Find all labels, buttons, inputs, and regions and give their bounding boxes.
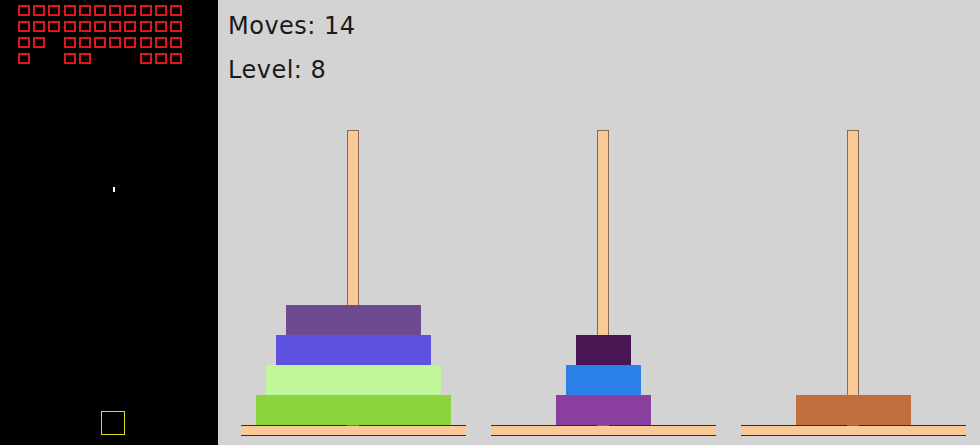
- brick: [140, 21, 152, 32]
- brick: [79, 53, 91, 64]
- brick: [18, 5, 30, 16]
- brick: [155, 5, 167, 16]
- brick: [18, 21, 30, 32]
- brick: [140, 5, 152, 16]
- game-screen: Moves: 14Level: 8: [0, 0, 980, 445]
- disk[interactable]: [286, 305, 421, 335]
- moves-counter: Moves: 14: [228, 4, 980, 48]
- disk[interactable]: [276, 335, 431, 365]
- level-label: Level: 8: [228, 48, 980, 92]
- brick: [48, 21, 60, 32]
- towers: [241, 130, 980, 436]
- tower[interactable]: [741, 130, 966, 436]
- brick: [64, 5, 76, 16]
- tower[interactable]: [241, 130, 466, 436]
- brick: [170, 21, 182, 32]
- brick: [79, 5, 91, 16]
- brick: [124, 5, 136, 16]
- tower-base: [741, 425, 966, 436]
- disk-stack: [241, 130, 466, 425]
- disk[interactable]: [256, 395, 451, 425]
- disk-stack: [741, 130, 966, 425]
- brick: [170, 53, 182, 64]
- brick: [170, 5, 182, 16]
- brick: [109, 5, 121, 16]
- tower-base: [241, 425, 466, 436]
- brick: [94, 37, 106, 48]
- brick: [94, 5, 106, 16]
- brick: [124, 21, 136, 32]
- brick: [33, 21, 45, 32]
- brick: [170, 37, 182, 48]
- brick: [33, 37, 45, 48]
- brick: [155, 37, 167, 48]
- tower-base: [491, 425, 716, 436]
- brick: [124, 37, 136, 48]
- brick: [33, 5, 45, 16]
- brick: [64, 53, 76, 64]
- brick: [155, 53, 167, 64]
- tower[interactable]: [491, 130, 716, 436]
- brick-wall: [18, 5, 200, 64]
- brick: [140, 53, 152, 64]
- brick: [79, 21, 91, 32]
- brick: [64, 21, 76, 32]
- disk[interactable]: [266, 365, 441, 395]
- brick: [48, 5, 60, 16]
- disk[interactable]: [576, 335, 631, 365]
- brick: [79, 37, 91, 48]
- disk[interactable]: [566, 365, 641, 395]
- disk[interactable]: [556, 395, 651, 425]
- disk[interactable]: [796, 395, 911, 425]
- brick: [109, 21, 121, 32]
- pole: [847, 130, 859, 426]
- brick: [155, 21, 167, 32]
- brick: [94, 21, 106, 32]
- brick: [140, 37, 152, 48]
- disk-stack: [491, 130, 716, 425]
- hanoi-panel: Moves: 14Level: 8: [218, 0, 980, 445]
- paddle[interactable]: [101, 411, 125, 435]
- brick: [18, 53, 30, 64]
- brick: [64, 37, 76, 48]
- ball: [113, 187, 115, 192]
- brick: [109, 37, 121, 48]
- brick: [18, 37, 30, 48]
- breakout-panel: [0, 0, 218, 445]
